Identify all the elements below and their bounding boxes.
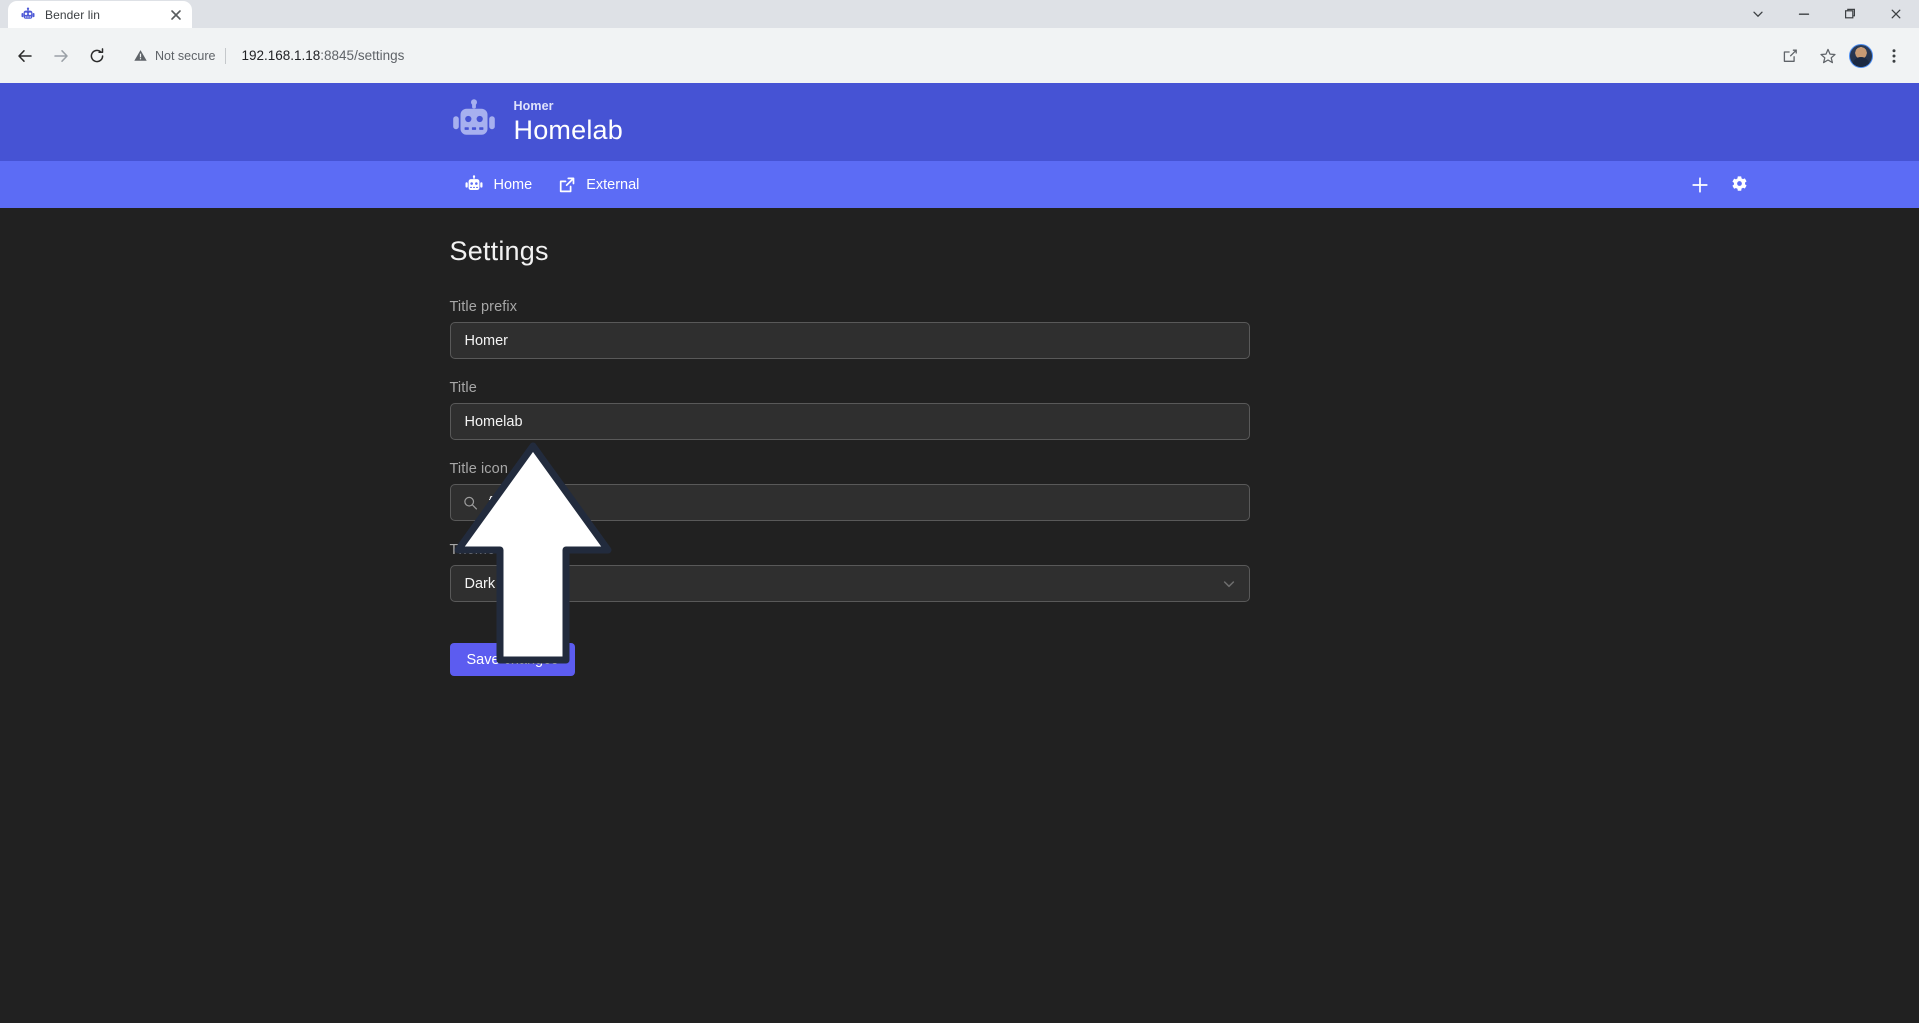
add-button[interactable]: [1690, 175, 1710, 195]
warning-triangle-icon: [134, 50, 147, 61]
toolbar-right-actions: [1773, 39, 1911, 73]
field-title: Title: [449, 380, 1250, 440]
browser-toolbar: Not secure 192.168.1.18:8845/settings: [0, 28, 1919, 83]
browser-tab-title: Bender lin: [45, 7, 101, 22]
url-host: 192.168.1.18: [241, 48, 321, 63]
settings-content: Settings Title prefix Title Title icon: [0, 208, 1919, 1023]
nav-links: Home External: [450, 174, 639, 195]
browser-tab-strip: Bender lin: [0, 0, 1919, 28]
address-bar-url: 192.168.1.18:8845/settings: [241, 48, 404, 63]
browser-tab[interactable]: Bender lin: [8, 1, 192, 28]
tab-close-icon[interactable]: [168, 7, 184, 23]
external-link-icon: [560, 176, 575, 192]
omnibox-divider: [225, 47, 227, 64]
page-title: Settings: [449, 236, 549, 266]
robot-icon: [452, 99, 495, 135]
window-chevron-down-icon[interactable]: [1735, 0, 1781, 28]
url-path: :8845/settings: [320, 48, 405, 63]
reload-icon[interactable]: [80, 39, 114, 73]
star-icon[interactable]: [1811, 39, 1845, 73]
homer-page: Homer Homelab Home External Settings Tit…: [0, 83, 1919, 1023]
robot-favicon-icon: [21, 7, 35, 19]
field-label-title: Title: [449, 380, 477, 396]
gear-icon: [1732, 176, 1747, 191]
header-title: Homelab: [513, 114, 623, 145]
three-dot-menu-icon[interactable]: [1877, 39, 1911, 73]
security-indicator[interactable]: Not secure: [133, 48, 215, 63]
title-prefix-input[interactable]: [449, 322, 1250, 359]
title-input[interactable]: [449, 403, 1250, 440]
window-minimize-icon[interactable]: [1781, 0, 1827, 28]
back-arrow-icon[interactable]: [8, 39, 42, 73]
field-label-title-prefix: Title prefix: [449, 299, 518, 315]
window-close-icon[interactable]: [1873, 0, 1919, 28]
plus-icon: [1691, 176, 1708, 193]
nav-link-home-label: Home: [493, 176, 533, 193]
nav-link-home[interactable]: Home: [464, 174, 533, 195]
window-maximize-icon[interactable]: [1827, 0, 1873, 28]
nav-link-external-label: External: [586, 176, 640, 193]
header-subtitle: Homer: [513, 98, 554, 113]
address-bar[interactable]: Not secure 192.168.1.18:8845/settings: [123, 38, 1765, 73]
homer-header: Homer Homelab: [0, 83, 1919, 161]
profile-avatar[interactable]: [1849, 43, 1873, 68]
share-icon[interactable]: [1773, 39, 1807, 73]
settings-button[interactable]: [1730, 175, 1750, 195]
nav-link-external[interactable]: External: [558, 176, 639, 194]
field-title-prefix: Title prefix: [449, 299, 1250, 359]
forward-arrow-icon[interactable]: [44, 39, 78, 73]
robot-icon: [465, 174, 482, 190]
window-controls: [1735, 0, 1919, 28]
homer-navbar: Home External: [0, 161, 1919, 208]
up-arrow-annotation-icon: [454, 442, 611, 664]
nav-actions: [1690, 175, 1750, 195]
security-label: Not secure: [155, 48, 216, 63]
